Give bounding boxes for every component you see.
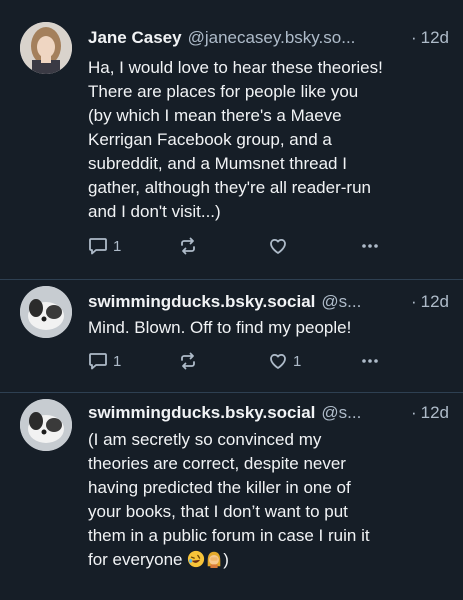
post-1[interactable]: Jane Casey @janecasey.bsky.so... · 12d H… <box>0 0 463 280</box>
author-name[interactable]: Jane Casey <box>88 28 182 48</box>
separator-dot: · <box>410 292 417 311</box>
author-handle[interactable]: @janecasey.bsky.so... <box>188 28 405 48</box>
post-header: Jane Casey @janecasey.bsky.so... · 12d <box>88 26 449 50</box>
post-text: Ha, I would love to hear these theories!… <box>88 58 383 221</box>
timestamp[interactable]: 12d <box>421 403 449 423</box>
like-button[interactable]: 1 <box>268 351 301 371</box>
post-actions: 1 <box>88 236 388 256</box>
post-text-main: (I am secretly so convinced my theories … <box>88 430 370 569</box>
post-actions: 1 1 <box>88 351 388 371</box>
ellipsis-icon <box>362 359 378 363</box>
post-text: Mind. Blown. Off to find my people! <box>88 318 352 337</box>
facepalm-woman-emoji <box>207 551 221 568</box>
reply-button[interactable]: 1 <box>88 351 121 371</box>
repost-arrows-icon <box>181 237 195 255</box>
timestamp[interactable]: 12d <box>421 292 449 312</box>
author-name[interactable]: swimmingducks.bsky.social <box>88 292 315 312</box>
post-header: swimmingducks.bsky.social @s... · 12d <box>88 401 449 425</box>
avatar[interactable] <box>20 22 72 74</box>
post-header: swimmingducks.bsky.social @s... · 12d <box>88 290 449 314</box>
rolling-laughing-emoji <box>188 550 205 568</box>
reply-button[interactable]: 1 <box>88 236 121 256</box>
repost-arrows-icon <box>181 352 195 370</box>
author-handle[interactable]: @s... <box>321 403 405 423</box>
timestamp[interactable]: 12d <box>421 28 449 48</box>
avatar[interactable] <box>20 399 72 451</box>
more-options-button[interactable] <box>360 351 380 371</box>
post-3[interactable]: swimmingducks.bsky.social @s... · 12d (I… <box>0 393 463 600</box>
avatar[interactable] <box>20 286 72 338</box>
reply-count: 1 <box>113 237 122 255</box>
ellipsis-icon <box>362 244 378 248</box>
author-handle[interactable]: @s... <box>321 292 405 312</box>
repost-button[interactable] <box>178 236 198 256</box>
heart-icon <box>270 238 286 254</box>
post-2[interactable]: swimmingducks.bsky.social @s... · 12d Mi… <box>0 280 463 393</box>
speech-bubble-icon <box>89 353 107 370</box>
separator-dot: · <box>410 403 417 422</box>
repost-button[interactable] <box>178 351 198 371</box>
like-button[interactable] <box>268 236 293 256</box>
post-text-end: ) <box>223 550 229 569</box>
speech-bubble-icon <box>89 238 107 255</box>
like-count: 1 <box>293 352 302 370</box>
separator-dot: · <box>410 28 417 47</box>
more-options-button[interactable] <box>360 236 380 256</box>
heart-icon <box>270 353 286 369</box>
author-name[interactable]: swimmingducks.bsky.social <box>88 403 315 423</box>
post-text: (I am secretly so convinced my theories … <box>88 428 449 572</box>
reply-count: 1 <box>113 352 122 370</box>
